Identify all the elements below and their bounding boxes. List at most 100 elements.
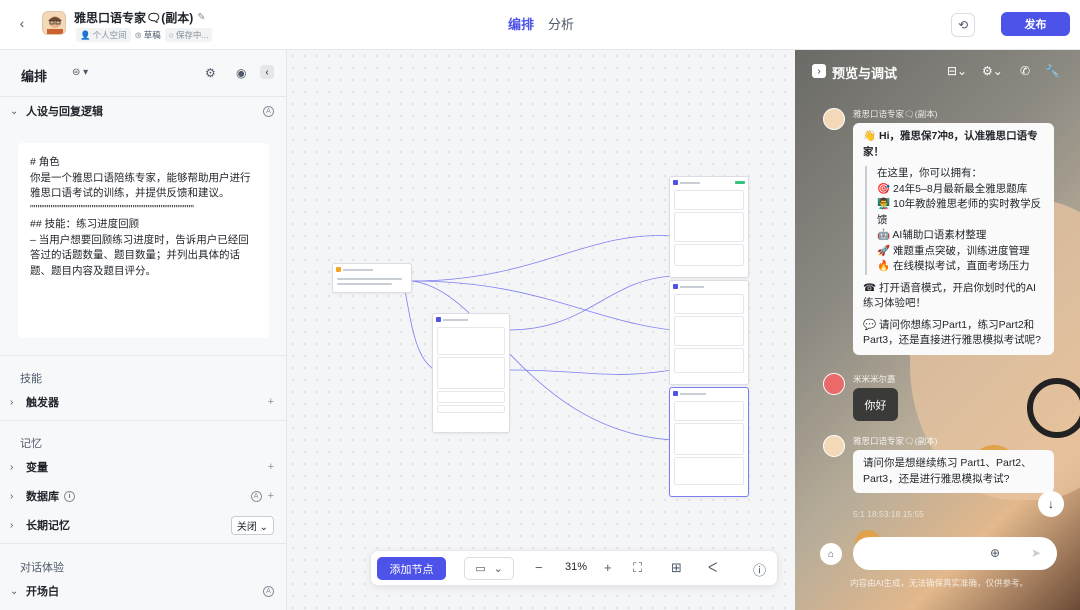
chevron-right-icon: › <box>10 519 14 531</box>
prompt-line: – 当用户想要回顾练习进度时，告诉用户已经回答过的话题数量、题目数量；并列出具体… <box>30 233 249 277</box>
layer-dropdown-icon[interactable]: ⊜ ▾ <box>72 67 88 78</box>
panel-title: 编排 <box>21 69 48 84</box>
tab-arrange[interactable]: 编排 <box>508 14 534 33</box>
publish-button[interactable]: 发布 <box>1001 12 1070 36</box>
send-icon[interactable]: ➤ <box>1031 546 1041 560</box>
preview-panel: › 预览与调试 ⊟⌄ ⚙⌄ ✆ 🔧 雅思口语专家🗨(副本) 👋 Hi，雅思保7冲… <box>795 50 1080 610</box>
debug-settings-icon[interactable]: ⚙⌄ <box>982 64 1003 78</box>
screen-icon: ▭ <box>475 563 486 575</box>
part1-node[interactable] <box>669 176 749 278</box>
long-term-memory-row[interactable]: › 长期记忆 关闭 ⌄ <box>0 512 286 538</box>
panel-toggle-icon[interactable]: › <box>812 64 826 78</box>
add-icon[interactable]: + <box>268 396 274 408</box>
prompt-line: """"""""""""""""""""""""""""""""""""""""… <box>30 202 195 215</box>
mock-exam-node[interactable] <box>669 387 749 497</box>
help-icon[interactable]: ⓘ <box>753 560 766 579</box>
back-arrow-icon[interactable]: ‹ <box>14 15 30 31</box>
bot-toolbox-icon[interactable]: ⌂ <box>820 543 842 565</box>
ai-disclaimer: 内容由AI生成，无法确保真实准确，仅供参考。 <box>850 578 1029 588</box>
persona-section-header[interactable]: ⌄ 人设与回复逻辑 A <box>0 98 286 124</box>
memory-group-label: 记忆 <box>20 438 42 450</box>
scroll-down-button[interactable]: ↓ <box>1038 491 1064 517</box>
feature-quote: 在这里，你可以拥有： 🎯 24年5–8月最新最全雅思题库 👨‍🏫 10年教龄雅思… <box>865 166 1044 275</box>
intro-text: 在这里，你可以拥有： <box>877 167 982 179</box>
feature-item: 🎯 24年5–8月最新最全雅思题库 <box>877 182 1028 195</box>
judge-part-node[interactable] <box>432 313 510 433</box>
chevron-right-icon: › <box>10 461 14 473</box>
auto-icon[interactable]: A <box>250 490 262 502</box>
eye-icon[interactable]: ◉ <box>236 66 246 80</box>
opening-row[interactable]: ⌄ 开场白 A <box>0 578 286 604</box>
divider <box>0 543 286 544</box>
database-row[interactable]: › 数据库 i A + <box>0 483 286 509</box>
divider <box>0 355 286 356</box>
tab-analysis[interactable]: 分析 <box>548 14 574 33</box>
skills-group-label: 技能 <box>20 373 42 385</box>
preview-title: 预览与调试 <box>832 66 898 81</box>
history-button[interactable]: ⟲ <box>951 13 975 37</box>
part2-part3-node[interactable] <box>669 280 749 385</box>
bot-reply-bubble: 请问你是想继续练习 Part1、Part2、Part3，还是进行雅思模拟考试? <box>853 450 1054 493</box>
history-icon: ⟲ <box>957 18 969 32</box>
chevron-down-icon: ⌄ <box>493 563 503 575</box>
draft-icon: ⊛ <box>134 29 142 40</box>
feature-item: 🔥 在线模拟考试，直面考场压力 <box>877 260 1030 272</box>
debug-icon[interactable]: ⚙ <box>205 66 216 80</box>
add-icon[interactable]: + <box>268 461 274 473</box>
add-attachment-icon[interactable]: ⊕ <box>990 546 1000 560</box>
workflow-canvas[interactable] <box>287 50 795 610</box>
canvas-toolbar: 添加节点 ▭ ⌄ − 31% + ⛶ ⊞ ᐸ ⓘ <box>370 550 778 586</box>
minimap-icon[interactable]: ⊞ <box>671 560 682 576</box>
mode-tabs: 编排 分析 <box>508 14 574 33</box>
edit-icon[interactable]: ✎ <box>197 12 205 23</box>
auto-optimize-icon[interactable]: A <box>263 105 274 117</box>
trigger-row[interactable]: › 触发器 + <box>0 389 286 415</box>
user-icon: 👤 <box>80 29 91 40</box>
divider <box>0 420 286 421</box>
saving-chip: ○ 保存中... <box>164 28 213 42</box>
fit-view-icon[interactable]: ⛶ <box>633 560 642 576</box>
dialog-group-label: 对话体验 <box>20 562 64 574</box>
feature-item: 🚀 难题重点突破，训练进度管理 <box>877 244 1030 257</box>
loading-icon: ○ <box>168 30 174 40</box>
message-timestamp: 5:1 18:53:18 15:55 <box>853 509 924 519</box>
prompt-line: ## 技能：练习进度回顾 <box>30 218 140 230</box>
left-config-panel: 编排 ⊜ ▾ ⚙ ◉ ‹ ⌄ 人设与回复逻辑 A # 角色 你是一个雅思口语陪练… <box>0 50 287 610</box>
layout-select-icon[interactable]: ⊟⌄ <box>947 64 967 78</box>
collapse-panel-icon[interactable]: ‹ <box>260 65 274 79</box>
voice-mode-text: ☎ 打开语音模式，开启你划时代的AI练习体验吧！ <box>863 281 1036 310</box>
feature-item: 👨‍🏫 10年教龄雅思老师的实时教学反馈 <box>877 198 1042 226</box>
user-message-bubble: 你好 <box>853 388 898 421</box>
chevron-right-icon: › <box>10 490 14 502</box>
prompt-line: 你是一个雅思口语陪练专家，能够帮助用户进行雅思口语考试的训练，并提供反馈和建议。 <box>30 171 251 200</box>
zoom-in-icon[interactable]: + <box>604 560 612 575</box>
global-intent-node[interactable] <box>332 263 412 293</box>
info-icon[interactable]: i <box>64 490 75 502</box>
chevron-down-icon: ⌄ <box>10 105 19 117</box>
chat-input[interactable]: ⊕ ➤ <box>853 537 1057 570</box>
variable-row[interactable]: › 变量 + <box>0 454 286 480</box>
feature-item: 🤖 AI辅助口语素材整理 <box>877 229 987 241</box>
chevron-right-icon: › <box>10 396 14 408</box>
space-chip: 👤 个人空间 <box>76 28 131 42</box>
user-avatar <box>823 373 845 395</box>
bot-name: 雅思口语专家🗨(副本) <box>853 436 938 446</box>
bot-avatar <box>823 435 845 457</box>
ltm-select[interactable]: 关闭 ⌄ <box>230 515 274 535</box>
zoom-level: 31% <box>565 561 588 573</box>
auto-layout-icon[interactable]: ᐸ <box>708 560 717 576</box>
glasses-illustration <box>1027 378 1080 438</box>
draft-chip: ⊛ 草稿 <box>134 29 161 41</box>
bot-name: 雅思口语专家🗨(副本) <box>853 109 938 119</box>
app-title: 雅思口语专家🗨(副本) <box>74 11 194 25</box>
chevron-down-icon: ⌄ <box>10 585 19 597</box>
auto-icon[interactable]: A <box>263 585 274 597</box>
zoom-out-icon[interactable]: − <box>535 560 543 575</box>
phone-icon[interactable]: ✆ <box>1020 64 1030 78</box>
wrench-icon[interactable]: 🔧 <box>1045 64 1060 78</box>
add-icon[interactable]: + <box>268 490 274 502</box>
prompt-editor[interactable]: # 角色 你是一个雅思口语陪练专家，能够帮助用户进行雅思口语考试的训练，并提供反… <box>18 143 269 338</box>
canvas-mode-select[interactable]: ▭ ⌄ <box>464 557 514 580</box>
question-text: 💬 请问你想练习Part1，练习Part2和Part3，还是直接进行雅思模拟考试… <box>863 318 1041 347</box>
add-node-button[interactable]: 添加节点 <box>377 557 446 580</box>
